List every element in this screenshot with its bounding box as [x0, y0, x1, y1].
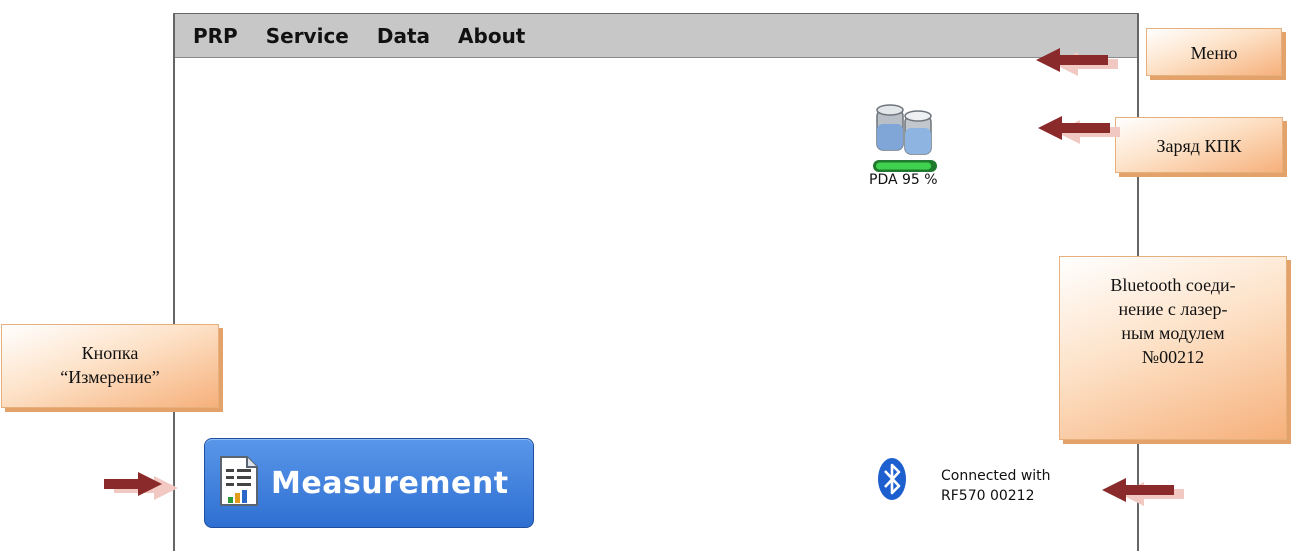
menu-item-prp[interactable]: PRP	[193, 24, 238, 48]
bluetooth-status-line2: RF570 00212	[941, 488, 1035, 504]
arrow-right-icon	[104, 472, 178, 500]
callout-button: Кнопка “Измерение”	[1, 324, 219, 408]
bluetooth-icon	[877, 457, 907, 501]
battery-icon	[867, 94, 943, 174]
battery-status-label: PDA 95 %	[869, 172, 938, 188]
callout-bluetooth-line: Bluetooth соеди-	[1110, 275, 1236, 295]
bluetooth-status: Connected with RF570 00212	[941, 466, 1051, 506]
arrow-left-icon	[1038, 116, 1120, 144]
arrow-left-icon	[1036, 48, 1118, 76]
callout-charge: Заряд КПК	[1115, 117, 1283, 173]
menu-item-data[interactable]: Data	[377, 24, 430, 48]
menu-bar: PRP Service Data About	[175, 14, 1137, 58]
measurement-button[interactable]: Measurement	[204, 438, 534, 528]
callout-bluetooth-line: нение с лазер-	[1118, 299, 1228, 319]
report-icon	[219, 455, 259, 511]
pda-screen: PRP Service Data About PDA 95 % Measurem…	[173, 13, 1139, 551]
bluetooth-status-line1: Connected with	[941, 468, 1051, 484]
callout-bluetooth: Bluetooth соеди- нение с лазер- ным моду…	[1059, 256, 1287, 440]
callout-bluetooth-line: ным модулем	[1121, 323, 1225, 343]
callout-button-line: Кнопка	[81, 343, 139, 363]
callout-bluetooth-line: №00212	[1141, 347, 1205, 367]
menu-item-about[interactable]: About	[458, 24, 525, 48]
menu-item-service[interactable]: Service	[266, 24, 349, 48]
measurement-button-label: Measurement	[271, 465, 509, 501]
callout-menu: Меню	[1146, 28, 1282, 76]
arrow-left-icon	[1102, 478, 1184, 506]
callout-button-line: “Измерение”	[60, 367, 160, 387]
